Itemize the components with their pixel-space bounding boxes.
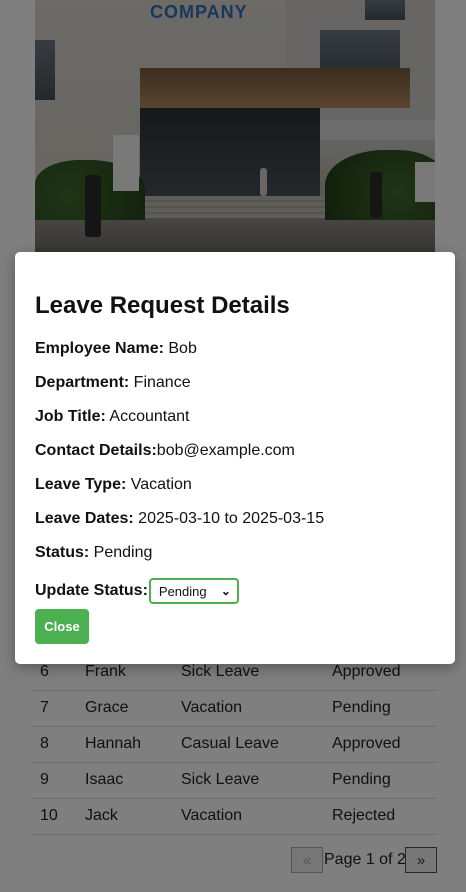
modal-title: Leave Request Details (35, 292, 290, 319)
leave-type-field: Leave Type: Vacation (35, 476, 192, 493)
leave-dates-field: Leave Dates: 2025-03-10 to 2025-03-15 (35, 510, 325, 527)
status-select[interactable]: Pending ⌄ (148, 578, 239, 604)
department-field: Department: Finance (35, 374, 191, 391)
update-status-label: Update Status: (35, 582, 148, 599)
status-field: Status: Pending (35, 544, 153, 561)
contact-details-field: Contact Details:bob@example.com (35, 442, 295, 459)
close-button[interactable]: Close (35, 609, 89, 644)
employee-name-field: Employee Name: Bob (35, 340, 197, 357)
chevron-down-icon: ⌄ (220, 584, 231, 598)
update-status-row: Update Status: Pending ⌄ (35, 578, 239, 604)
leave-request-modal: Leave Request Details Employee Name: Bob… (15, 252, 455, 664)
job-title-field: Job Title: Accountant (35, 408, 190, 425)
